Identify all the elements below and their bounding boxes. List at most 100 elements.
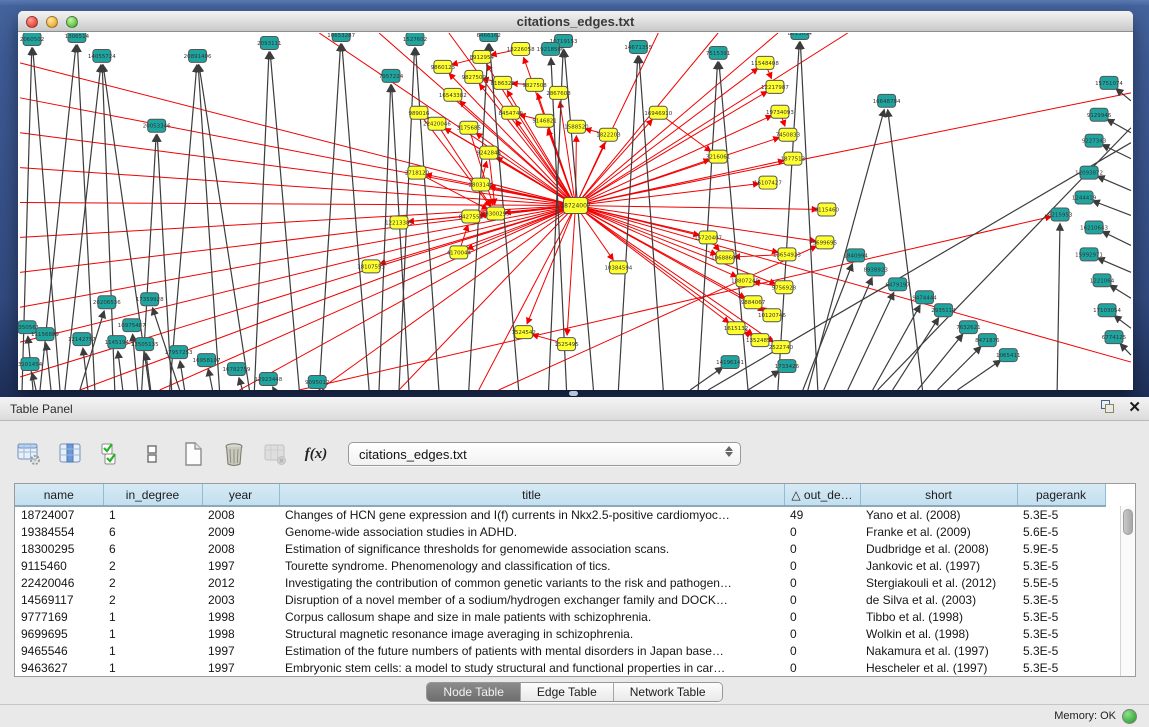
create-column-button[interactable] (178, 439, 208, 469)
function-builder-button[interactable]: f(x) (301, 439, 331, 469)
graph-edge[interactable] (489, 153, 495, 205)
graph-node[interactable]: 4170044 (447, 246, 472, 259)
graph-node[interactable]: 17359928 (136, 293, 164, 306)
graph-edge[interactable] (800, 42, 817, 390)
memory-status-indicator[interactable] (1122, 709, 1137, 724)
graph-node[interactable]: 2803144 (469, 178, 494, 191)
graph-node[interactable]: 10384594 (604, 261, 632, 274)
graph-edge[interactable] (576, 33, 778, 206)
graph-node[interactable]: 13505135 (131, 338, 159, 351)
graph-edge[interactable] (893, 318, 939, 390)
graph-edge[interactable] (342, 44, 369, 390)
graph-edge[interactable] (576, 206, 818, 210)
graph-node[interactable]: 9756928 (772, 281, 797, 294)
graph-node[interactable]: 6466162 (477, 33, 501, 41)
graph-edge[interactable] (1102, 231, 1131, 245)
graph-edge[interactable] (690, 367, 723, 390)
graph-edge[interactable] (319, 44, 340, 390)
table-row[interactable]: 911546021997Tourette syndrome. Phenomeno… (15, 557, 1105, 574)
graph-edge[interactable] (273, 387, 275, 390)
table-row[interactable]: 946554611997Estimation of the future num… (15, 642, 1105, 659)
graph-edge[interactable] (83, 348, 88, 390)
graph-node[interactable]: 8427552 (459, 210, 483, 223)
graph-edge[interactable] (118, 351, 123, 390)
graph-node[interactable]: 16543382 (439, 88, 467, 101)
graph-node[interactable]: 1065411 (996, 349, 1020, 362)
graph-node[interactable]: 1877513 (781, 152, 806, 165)
table-row[interactable]: 969969511998Structural magnetic resonanc… (15, 625, 1105, 642)
graph-node[interactable]: 8454749 (499, 106, 524, 119)
graph-node[interactable]: 989016 (408, 106, 429, 119)
graph-node[interactable]: 1840994 (844, 249, 869, 262)
network-view-window[interactable]: citations_edges.txt 18724007183002951822… (18, 11, 1133, 390)
graph-node[interactable]: 9827508 (522, 78, 547, 91)
graph-node[interactable]: 1588520 (564, 120, 589, 133)
graph-node[interactable]: 1527602 (403, 33, 427, 45)
table-row[interactable]: 2242004622012Investigating the contribut… (15, 574, 1105, 591)
graph-edge[interactable] (1120, 344, 1131, 355)
graph-node[interactable]: 9827509 (462, 70, 487, 83)
graph-edge[interactable] (957, 360, 1000, 390)
graph-edge[interactable] (1110, 285, 1131, 298)
graph-node[interactable]: 9095012 (305, 376, 329, 389)
graph-node[interactable]: 9242848 (477, 146, 502, 159)
table-scrollbar[interactable] (1120, 506, 1135, 677)
network-canvas[interactable]: 1872400718300295182260588912954986012398… (18, 33, 1133, 390)
graph-edge[interactable] (1116, 89, 1131, 101)
table-row[interactable]: 1872400712008Changes of HCN gene express… (15, 506, 1105, 523)
graph-node[interactable]: 7515391 (706, 46, 730, 59)
graph-edge[interactable] (46, 343, 51, 390)
graph-node[interactable]: 9474444 (912, 291, 937, 304)
graph-node[interactable]: 3101454 (18, 358, 43, 371)
graph-edge[interactable] (1057, 223, 1060, 390)
graph-edge[interactable] (778, 42, 799, 390)
graph-node[interactable]: 10653287 (327, 33, 355, 41)
graph-node[interactable]: 6479197 (885, 278, 910, 291)
graph-node[interactable]: 1306514 (65, 33, 90, 42)
column-header[interactable]: △ out_de… (784, 484, 860, 506)
delete-table-button[interactable] (260, 439, 290, 469)
graph-node[interactable]: 8813054 (788, 33, 813, 39)
tab-network-table[interactable]: Network Table (614, 683, 722, 701)
graph-node[interactable]: 18724007 (560, 198, 591, 214)
column-header[interactable]: short (860, 484, 1017, 506)
graph-node[interactable]: 12217987 (761, 80, 789, 93)
column-visibility-button[interactable] (55, 439, 85, 469)
table-selector[interactable]: citations_edges.txt (348, 442, 741, 466)
tab-edge-table[interactable]: Edge Table (521, 683, 614, 701)
graph-edge[interactable] (888, 110, 923, 390)
graph-edge[interactable] (379, 85, 391, 390)
table-row[interactable]: 977716911998Corpus callosum shape and si… (15, 608, 1105, 625)
graph-node[interactable]: 16107427 (754, 176, 782, 189)
graph-node[interactable]: 9860123 (431, 60, 456, 73)
graph-node[interactable]: 18226058 (507, 42, 535, 55)
graph-node[interactable]: 18107553 (357, 260, 385, 273)
column-header[interactable]: in_degree (103, 484, 202, 506)
graph-node[interactable]: 2718120 (405, 166, 430, 179)
graph-node[interactable]: 15720407 (694, 231, 722, 244)
graph-node[interactable]: 6774125 (1102, 331, 1126, 344)
graph-node[interactable]: 1145194 (105, 336, 130, 349)
close-panel-icon[interactable]: ✕ (1128, 400, 1141, 415)
graph-node[interactable]: 8938923 (863, 263, 888, 276)
graph-edge[interactable] (20, 133, 575, 206)
graph-node[interactable]: 17103054 (1093, 304, 1121, 317)
graph-node[interactable]: 1244419 (1072, 191, 1097, 204)
graph-node[interactable]: 9699695 (813, 236, 837, 249)
graph-node[interactable]: 1221064 (1090, 274, 1115, 287)
graph-node[interactable]: 7524542 (511, 326, 535, 339)
graph-node[interactable]: 14671355 (624, 40, 652, 53)
graph-edge[interactable] (576, 206, 717, 255)
graph-node[interactable]: 7450833 (776, 128, 801, 141)
graph-edge[interactable] (239, 378, 243, 390)
graph-node[interactable]: 8912954 (470, 50, 495, 63)
graph-edge[interactable] (1114, 316, 1131, 329)
graph-node[interactable]: 3216061 (706, 150, 730, 163)
table-header-row[interactable]: namein_degreeyeartitle△ out_de…shortpage… (15, 484, 1105, 506)
graph-edge[interactable] (576, 91, 768, 205)
graph-node[interactable]: 10975487 (118, 319, 146, 332)
graph-node[interactable]: 1525495 (554, 338, 578, 351)
graph-node[interactable]: 2093111 (257, 36, 281, 49)
graph-node[interactable]: 9227343 (1082, 134, 1107, 147)
graph-node[interactable]: 20891406 (184, 49, 212, 62)
